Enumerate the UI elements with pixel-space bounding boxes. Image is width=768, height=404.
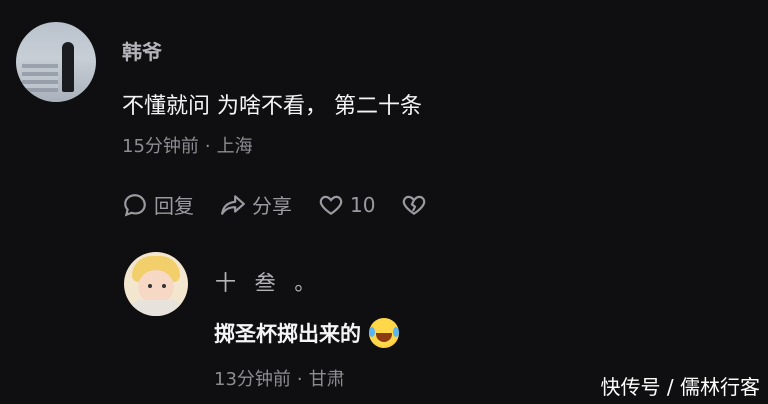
- meta-separator: ·: [204, 136, 211, 157]
- comment-text: 不懂就问 为啥不看， 第二十条: [122, 94, 422, 119]
- reply-location: 甘肃: [308, 369, 345, 390]
- comment-meta: 15分钟前 · 上海: [122, 132, 253, 158]
- reply-text-row: 掷圣杯掷出来的: [214, 318, 399, 348]
- avatar-cloth: [130, 300, 182, 316]
- avatar-figure: [62, 42, 74, 92]
- comment-time: 15分钟前: [122, 136, 199, 157]
- avatar-background: [22, 62, 58, 92]
- meta-separator: ·: [296, 369, 303, 390]
- watermark: 快传号 / 儒林行客: [600, 375, 760, 399]
- rolling-laughing-emoji-icon: [369, 318, 399, 348]
- comment-author-name[interactable]: 韩爷: [122, 36, 162, 65]
- heart-icon: [319, 195, 343, 215]
- broken-heart-icon: [403, 195, 426, 215]
- share-arrow-icon: [221, 194, 245, 215]
- like-count: 10: [350, 192, 376, 217]
- reply-author-name[interactable]: 十 叁 。: [215, 267, 321, 297]
- comment-bubble-icon: [124, 193, 146, 216]
- comment-actions: 回复 分享 10: [122, 190, 459, 219]
- reply-button[interactable]: 回复: [122, 190, 194, 219]
- avatar-eye: [162, 284, 166, 288]
- commenter-avatar[interactable]: [16, 22, 96, 102]
- reply-meta: 13分钟前 · 甘肃: [214, 365, 345, 391]
- reply-avatar[interactable]: [124, 252, 188, 316]
- comment-location: 上海: [216, 136, 253, 157]
- reply-time: 13分钟前: [214, 369, 291, 390]
- share-label: 分享: [252, 194, 292, 218]
- dislike-button[interactable]: [401, 192, 433, 218]
- like-button[interactable]: 10: [318, 192, 375, 218]
- share-button[interactable]: 分享: [220, 190, 292, 219]
- avatar-face: [138, 270, 174, 304]
- avatar-eye: [148, 284, 152, 288]
- reply-text: 掷圣杯掷出来的: [214, 322, 361, 346]
- reply-label: 回复: [154, 194, 194, 218]
